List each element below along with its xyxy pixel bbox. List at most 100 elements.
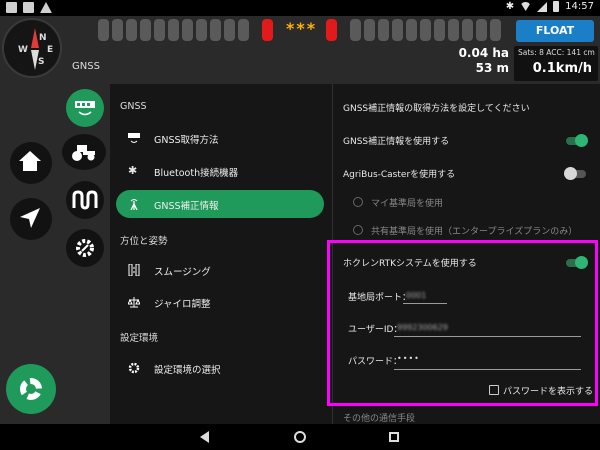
status-bar: ✱ 14:57: [0, 0, 600, 16]
top-bar: GNSS *** FLOAT 0.04 ha 53 m Sats: 8 ACC:…: [0, 16, 600, 84]
use-caster-toggle[interactable]: [564, 167, 586, 180]
settings-gear-icon: [76, 239, 94, 257]
lightbar-led: [154, 19, 165, 41]
lightbar-led: [364, 19, 375, 41]
gnss-receiver-icon: [75, 101, 95, 116]
list-item-smoothing[interactable]: スムージング: [116, 256, 324, 284]
lightbar-led: [378, 19, 389, 41]
list-item-bluetooth[interactable]: ✱ Bluetooth接続機器: [116, 157, 324, 185]
recents-icon[interactable]: [389, 432, 399, 442]
lightbar-led-red: [262, 19, 273, 41]
float-status-button[interactable]: FLOAT: [516, 20, 594, 42]
list-item-environment[interactable]: 設定環境の選択: [116, 354, 324, 382]
area-value: 0.04 ha: [458, 46, 509, 60]
highlight-box: [327, 240, 598, 406]
home-icon: [19, 151, 41, 161]
use-caster-label: AgriBus-Casterを使用する: [343, 170, 456, 180]
detail-intro: GNSS補正情報の取得方法を設定してください: [343, 104, 530, 114]
radio-shared-base[interactable]: [353, 225, 363, 235]
toggle-knob: [564, 167, 577, 180]
balance-icon: [128, 297, 140, 308]
lightbar-led: [392, 19, 403, 41]
lightbar-led: [476, 19, 487, 41]
lightbar-led: [420, 19, 431, 41]
list-item-label: Bluetooth接続機器: [154, 168, 239, 179]
lightbar-led: [434, 19, 445, 41]
n-app-icon: [23, 2, 34, 13]
battery-icon: [553, 1, 560, 12]
compass-s: S: [38, 57, 45, 67]
lightbar-led: [126, 19, 137, 41]
implement-button[interactable]: [66, 181, 104, 219]
list-item-gyro[interactable]: ジャイロ調整: [116, 288, 324, 316]
bluetooth-icon: ✱: [128, 164, 138, 177]
lightbar-led: [140, 19, 151, 41]
system-nav-bar: [0, 424, 600, 450]
bluetooth-icon: ✱: [505, 1, 515, 12]
compass-e: E: [47, 45, 54, 55]
lightbar: ***: [98, 19, 508, 45]
compass-w: W: [18, 45, 28, 55]
lightbar-led: [168, 19, 179, 41]
speed-panel: Sats: 8 ACC: 141 cm 0.1km/h: [514, 46, 598, 81]
field-settings-button[interactable]: [66, 229, 104, 267]
list-item-label: GNSS取得方法: [154, 135, 219, 146]
list-item-gnss-method[interactable]: GNSS取得方法: [116, 124, 324, 152]
gears-icon: [20, 378, 42, 400]
warning-icon: [40, 2, 52, 13]
lightbar-led: [462, 19, 473, 41]
lightbar-led: [224, 19, 235, 41]
toggle-knob: [575, 134, 588, 147]
distance-value: 53 m: [475, 61, 509, 75]
list-item-label: ジャイロ調整: [154, 299, 211, 310]
navigate-button[interactable]: [10, 198, 52, 240]
other-comm-label: その他の通信手段: [343, 414, 416, 424]
tractor-button[interactable]: [62, 134, 106, 170]
guidance-stars: ***: [286, 19, 318, 38]
section-header-gnss: GNSS: [120, 101, 147, 112]
smoothing-icon: [128, 264, 140, 276]
compass-needle-north: [31, 28, 39, 48]
lightbar-led: [210, 19, 221, 41]
lightbar-led: [98, 19, 109, 41]
tractor-icon: [72, 145, 95, 161]
back-icon[interactable]: [200, 431, 209, 443]
section-header-environment: 設定環境: [120, 333, 159, 344]
gnss-receiver-button[interactable]: [66, 89, 104, 127]
screen-label: GNSS: [72, 61, 100, 72]
compass-button[interactable]: N E S W: [2, 18, 62, 78]
radio-my-base-label: マイ基準局を使用: [371, 199, 444, 209]
signal-icon: [537, 1, 548, 12]
lightbar-led-red: [326, 19, 337, 41]
lightbar-led: [406, 19, 417, 41]
list-item-gnss-correction[interactable]: GNSS補正情報: [116, 190, 324, 218]
radio-shared-base-label: 共有基準局を使用（エンタープライズプランのみ）: [371, 227, 578, 237]
compass-n: N: [39, 33, 47, 43]
lightbar-led: [350, 19, 361, 41]
list-item-label: 設定環境の選択: [154, 365, 221, 376]
list-item-label: GNSS補正情報: [154, 201, 219, 212]
home-button[interactable]: [10, 142, 52, 184]
speed-value: 0.1km/h: [532, 61, 592, 76]
lightbar-led: [182, 19, 193, 41]
settings-button[interactable]: [6, 364, 56, 414]
lightbar-led: [196, 19, 207, 41]
notification-icon: [6, 2, 17, 13]
home-circle-icon[interactable]: [294, 431, 306, 443]
gear-icon: [128, 362, 140, 374]
lightbar-led: [448, 19, 459, 41]
home-icon-body: [23, 161, 37, 171]
section-header-orientation: 方位と姿勢: [120, 236, 168, 247]
use-correction-toggle[interactable]: [566, 134, 588, 147]
navigation-arrow-icon: [20, 208, 40, 228]
list-item-label: スムージング: [154, 267, 211, 278]
radio-my-base[interactable]: [353, 197, 363, 207]
side-rail: [0, 84, 110, 424]
antenna-icon: [130, 199, 138, 210]
implement-icon: [72, 190, 98, 210]
settings-list: GNSS GNSS取得方法 ✱ Bluetooth接続機器 GNSS補正情報 方…: [110, 84, 332, 424]
status-time: 14:57: [565, 1, 594, 12]
sats-accuracy: Sats: 8 ACC: 141 cm: [518, 48, 595, 57]
wifi-icon: [520, 2, 532, 11]
lightbar-led: [238, 19, 249, 41]
